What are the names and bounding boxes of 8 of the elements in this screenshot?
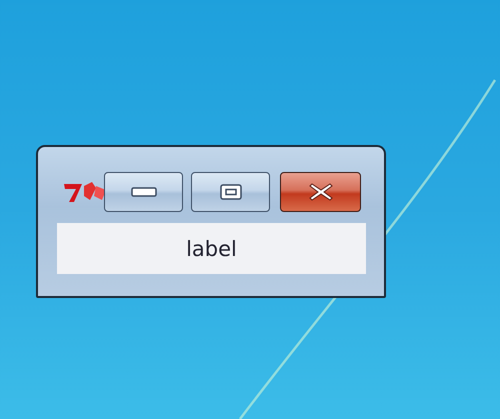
minimize-button[interactable] bbox=[104, 172, 183, 212]
close-icon bbox=[308, 182, 334, 202]
label-text: label bbox=[186, 236, 237, 260]
maximize-icon bbox=[220, 184, 242, 200]
app-icon bbox=[62, 180, 106, 204]
close-button[interactable] bbox=[280, 172, 361, 212]
maximize-button[interactable] bbox=[191, 172, 270, 212]
minimize-icon bbox=[130, 187, 156, 197]
